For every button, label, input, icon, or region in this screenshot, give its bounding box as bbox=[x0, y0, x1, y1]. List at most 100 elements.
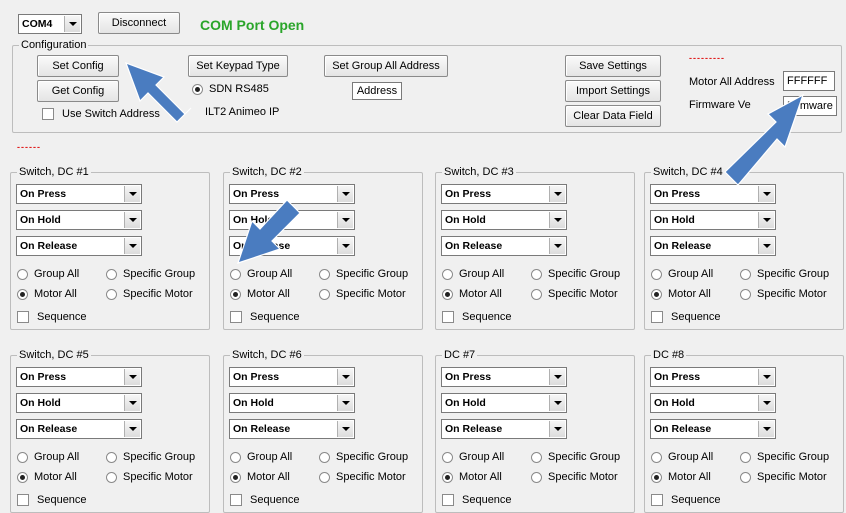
on-release-select[interactable]: On Release bbox=[229, 236, 355, 256]
chevron-down-icon[interactable] bbox=[337, 238, 353, 254]
chevron-down-icon[interactable] bbox=[124, 238, 140, 254]
radio-dot[interactable] bbox=[531, 288, 542, 300]
radio-dot[interactable] bbox=[106, 288, 117, 300]
chevron-down-icon[interactable] bbox=[337, 186, 353, 202]
on-press-select[interactable]: On Press bbox=[441, 367, 567, 387]
radio-dot[interactable] bbox=[230, 471, 241, 483]
specific-motor-radio[interactable]: Specific Motor bbox=[531, 471, 618, 483]
on-hold-select[interactable]: On Hold bbox=[16, 210, 142, 230]
sdn-rs485-radio[interactable]: SDN RS485 bbox=[192, 83, 269, 95]
chevron-down-icon[interactable] bbox=[549, 238, 565, 254]
motor-all-radio[interactable]: Motor All bbox=[651, 288, 711, 300]
specific-group-radio[interactable]: Specific Group bbox=[319, 268, 408, 280]
specific-motor-radio[interactable]: Specific Motor bbox=[106, 288, 193, 300]
specific-group-radio[interactable]: Specific Group bbox=[106, 451, 195, 463]
chevron-down-icon[interactable] bbox=[337, 212, 353, 228]
group-all-radio[interactable]: Group All bbox=[651, 268, 713, 280]
chevron-down-icon[interactable] bbox=[758, 212, 774, 228]
sequence-checkbox[interactable]: Sequence bbox=[442, 311, 512, 323]
chevron-down-icon[interactable] bbox=[124, 212, 140, 228]
on-release-select[interactable]: On Release bbox=[16, 236, 142, 256]
clear-data-field-button[interactable]: Clear Data Field bbox=[565, 105, 661, 127]
radio-dot[interactable] bbox=[17, 268, 28, 280]
radio-dot[interactable] bbox=[531, 471, 542, 483]
motor-all-address-input[interactable]: FFFFFF bbox=[783, 71, 835, 91]
chevron-down-icon[interactable] bbox=[64, 16, 80, 32]
motor-all-radio[interactable]: Motor All bbox=[651, 471, 711, 483]
save-settings-button[interactable]: Save Settings bbox=[565, 55, 661, 77]
address-field[interactable]: Address bbox=[352, 82, 402, 100]
chevron-down-icon[interactable] bbox=[337, 395, 353, 411]
on-hold-select[interactable]: On Hold bbox=[229, 393, 355, 413]
specific-group-radio[interactable]: Specific Group bbox=[740, 451, 829, 463]
chevron-down-icon[interactable] bbox=[337, 421, 353, 437]
checkbox-box[interactable] bbox=[442, 494, 454, 506]
radio-dot[interactable] bbox=[740, 451, 751, 463]
radio-dot[interactable] bbox=[651, 268, 662, 280]
com-port-select[interactable]: COM4 bbox=[18, 14, 82, 34]
radio-dot[interactable] bbox=[106, 268, 117, 280]
on-press-select[interactable]: On Press bbox=[650, 367, 776, 387]
chevron-down-icon[interactable] bbox=[758, 421, 774, 437]
group-all-radio[interactable]: Group All bbox=[17, 451, 79, 463]
radio-dot[interactable] bbox=[319, 471, 330, 483]
import-settings-button[interactable]: Import Settings bbox=[565, 80, 661, 102]
radio-dot[interactable] bbox=[319, 268, 330, 280]
radio-dot[interactable] bbox=[651, 288, 662, 300]
motor-all-radio[interactable]: Motor All bbox=[442, 288, 502, 300]
radio-dot[interactable] bbox=[230, 451, 241, 463]
on-hold-select[interactable]: On Hold bbox=[441, 210, 567, 230]
radio-dot[interactable] bbox=[230, 268, 241, 280]
checkbox-box[interactable] bbox=[651, 494, 663, 506]
checkbox-box[interactable] bbox=[230, 311, 242, 323]
radio-dot[interactable] bbox=[531, 451, 542, 463]
radio-dot[interactable] bbox=[230, 288, 241, 300]
sequence-checkbox[interactable]: Sequence bbox=[230, 311, 300, 323]
on-release-select[interactable]: On Release bbox=[229, 419, 355, 439]
specific-group-radio[interactable]: Specific Group bbox=[740, 268, 829, 280]
radio-dot[interactable] bbox=[740, 471, 751, 483]
on-hold-select[interactable]: On Hold bbox=[650, 393, 776, 413]
sequence-checkbox[interactable]: Sequence bbox=[230, 494, 300, 506]
checkbox-box[interactable] bbox=[651, 311, 663, 323]
set-keypad-type-button[interactable]: Set Keypad Type bbox=[188, 55, 288, 77]
chevron-down-icon[interactable] bbox=[758, 369, 774, 385]
on-hold-select[interactable]: On Hold bbox=[229, 210, 355, 230]
radio-dot[interactable] bbox=[192, 83, 203, 95]
on-release-select[interactable]: On Release bbox=[650, 419, 776, 439]
specific-group-radio[interactable]: Specific Group bbox=[531, 268, 620, 280]
on-hold-select[interactable]: On Hold bbox=[16, 393, 142, 413]
on-press-select[interactable]: On Press bbox=[229, 367, 355, 387]
checkbox-box[interactable] bbox=[17, 311, 29, 323]
sequence-checkbox[interactable]: Sequence bbox=[442, 494, 512, 506]
motor-all-radio[interactable]: Motor All bbox=[230, 471, 290, 483]
on-press-select[interactable]: On Press bbox=[16, 367, 142, 387]
specific-group-radio[interactable]: Specific Group bbox=[531, 451, 620, 463]
sequence-checkbox[interactable]: Sequence bbox=[17, 494, 87, 506]
chevron-down-icon[interactable] bbox=[124, 369, 140, 385]
group-all-radio[interactable]: Group All bbox=[651, 451, 713, 463]
radio-dot[interactable] bbox=[106, 451, 117, 463]
group-all-radio[interactable]: Group All bbox=[230, 268, 292, 280]
chevron-down-icon[interactable] bbox=[549, 212, 565, 228]
radio-dot[interactable] bbox=[17, 471, 28, 483]
group-all-radio[interactable]: Group All bbox=[442, 451, 504, 463]
chevron-down-icon[interactable] bbox=[549, 369, 565, 385]
radio-dot[interactable] bbox=[740, 268, 751, 280]
checkbox-box[interactable] bbox=[230, 494, 242, 506]
chevron-down-icon[interactable] bbox=[549, 421, 565, 437]
checkbox-box[interactable] bbox=[442, 311, 454, 323]
specific-group-radio[interactable]: Specific Group bbox=[106, 268, 195, 280]
on-release-select[interactable]: On Release bbox=[441, 419, 567, 439]
group-all-radio[interactable]: Group All bbox=[230, 451, 292, 463]
sequence-checkbox[interactable]: Sequence bbox=[651, 311, 721, 323]
specific-motor-radio[interactable]: Specific Motor bbox=[319, 471, 406, 483]
radio-dot[interactable] bbox=[17, 288, 28, 300]
radio-dot[interactable] bbox=[319, 288, 330, 300]
radio-dot[interactable] bbox=[651, 471, 662, 483]
chevron-down-icon[interactable] bbox=[758, 186, 774, 202]
on-press-select[interactable]: On Press bbox=[229, 184, 355, 204]
motor-all-radio[interactable]: Motor All bbox=[230, 288, 290, 300]
specific-motor-radio[interactable]: Specific Motor bbox=[740, 288, 827, 300]
on-release-select[interactable]: On Release bbox=[16, 419, 142, 439]
